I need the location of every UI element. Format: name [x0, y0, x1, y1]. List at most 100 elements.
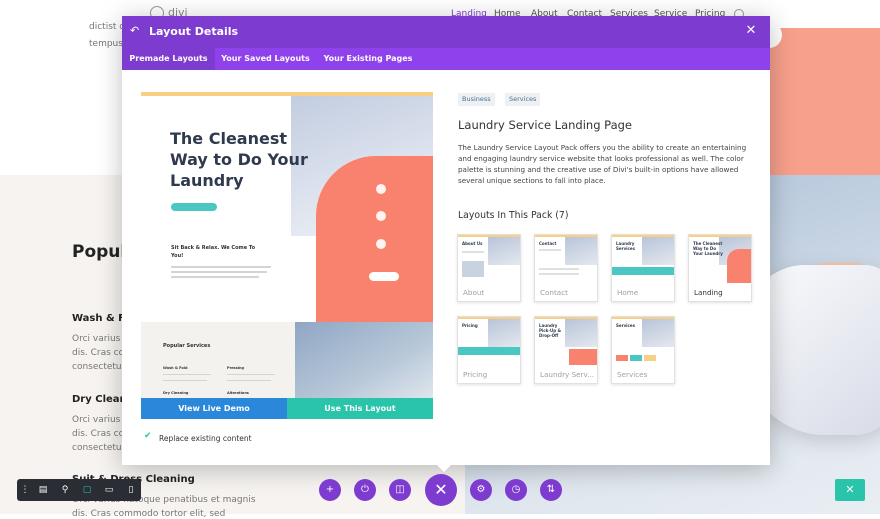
- pack-card-landing[interactable]: The Cleanest Way to Do Your Laundry Land…: [688, 234, 752, 302]
- service-text: dis. Cras commodo tortor elit, sed: [72, 509, 226, 519]
- preview-step-dot: [376, 211, 386, 221]
- thumb-swatch: [644, 355, 656, 361]
- modal-pointer: [436, 464, 452, 472]
- service-text: consectetur.: [72, 362, 128, 372]
- modal-header: ↶ Layout Details ✕: [122, 16, 770, 48]
- thumb-line: [539, 249, 561, 251]
- preview-step-dot: [376, 239, 386, 249]
- card-thumbnail: Pricing: [458, 317, 520, 365]
- card-label: Home: [617, 288, 639, 297]
- pack-card-about[interactable]: About Us About: [457, 234, 521, 302]
- thumb-title: Contact: [539, 241, 557, 246]
- card-label: Contact: [540, 288, 568, 297]
- thumb-line: [462, 251, 484, 253]
- thumb-image: [462, 261, 484, 277]
- thumb-coral: [569, 349, 597, 365]
- preview-item: Dry Cleaning: [163, 391, 189, 395]
- view-live-demo-button[interactable]: View Live Demo: [141, 398, 287, 419]
- thumb-band: [458, 347, 520, 355]
- pack-card-services[interactable]: Services Services: [611, 316, 675, 384]
- layout-description: The Laundry Service Layout Pack offers y…: [458, 143, 747, 185]
- tab-existing-pages[interactable]: Your Existing Pages: [316, 48, 420, 70]
- tag-business: Business: [458, 93, 495, 106]
- pack-title: Layouts In This Pack (7): [458, 210, 569, 221]
- history-icon[interactable]: ◷: [505, 479, 527, 501]
- modal-tabs: Premade Layouts Your Saved Layouts Your …: [122, 48, 770, 70]
- preview-popular-heading: Popular Services: [163, 343, 211, 349]
- card-label: Services: [617, 370, 648, 379]
- preview-item: Alterations: [227, 391, 249, 395]
- card-label: Landing: [694, 288, 723, 297]
- thumb-line: [539, 273, 579, 275]
- trash-icon[interactable]: ◫: [389, 479, 411, 501]
- preview-text-line: [163, 380, 207, 381]
- thumb-title: Laundry Services: [616, 241, 636, 251]
- thumb-title: Services: [616, 323, 636, 328]
- settings-icon[interactable]: ⚙: [470, 479, 492, 501]
- card-thumbnail: The Cleanest Way to Do Your Laundry: [689, 235, 751, 283]
- view-mode-toolbar: ⋮ ▤ ⚲ ▢ ▭ ▯: [17, 479, 141, 501]
- preview-coral-shape: [316, 156, 433, 322]
- card-thumbnail: About Us: [458, 235, 520, 283]
- tab-saved-layouts[interactable]: Your Saved Layouts: [215, 48, 316, 70]
- preview-coral-button: [369, 272, 399, 281]
- preview-step-dot: [376, 184, 386, 194]
- preview-text-line: [171, 276, 259, 278]
- pack-card-contact[interactable]: Contact Contact: [534, 234, 598, 302]
- exit-builder-icon[interactable]: ✕: [835, 479, 865, 501]
- card-label: Laundry Serv...: [540, 370, 595, 379]
- zoom-icon[interactable]: ⚲: [59, 484, 71, 496]
- card-thumbnail: Laundry Pick-Up & Drop-Off: [535, 317, 597, 365]
- preview-cta-button: [171, 203, 217, 211]
- desktop-icon[interactable]: ▢: [81, 484, 93, 496]
- layout-details-modal: ↶ Layout Details ✕ Premade Layouts Your …: [122, 16, 770, 465]
- layers-icon[interactable]: ▤: [37, 484, 49, 496]
- preview-services-photo: [295, 322, 433, 398]
- card-thumbnail: Contact: [535, 235, 597, 283]
- thumb-swatch: [616, 355, 628, 361]
- more-icon[interactable]: ⋮: [19, 484, 31, 496]
- thumb-band: [612, 267, 674, 275]
- tab-premade-layouts[interactable]: Premade Layouts: [122, 48, 215, 70]
- thumb-photo: [565, 237, 597, 265]
- thumb-swatch: [630, 355, 642, 361]
- phone-icon[interactable]: ▯: [125, 484, 137, 496]
- preview-text-line: [227, 380, 271, 381]
- card-label: Pricing: [463, 370, 488, 379]
- close-icon[interactable]: ✕: [744, 24, 758, 38]
- intro-text-line: tempus: [89, 39, 123, 49]
- thumb-title: Laundry Pick-Up & Drop-Off: [539, 323, 561, 338]
- preview-text-line: [163, 374, 211, 375]
- thumb-title: Pricing: [462, 323, 478, 328]
- use-this-layout-button[interactable]: Use This Layout: [287, 398, 433, 419]
- pack-card-laundry-service[interactable]: Laundry Pick-Up & Drop-Off Laundry Serv.…: [534, 316, 598, 384]
- thumb-photo: [642, 319, 674, 347]
- close-settings-icon[interactable]: ✕: [425, 474, 457, 506]
- replace-content-checkbox[interactable]: ✔: [144, 432, 153, 441]
- thumb-title: About Us: [462, 241, 483, 246]
- thumb-photo: [565, 319, 597, 347]
- thumb-title: The Cleanest Way to Do Your Laundry: [693, 241, 723, 256]
- preview-text-line: [227, 374, 275, 375]
- service-text: consectetur.: [72, 443, 128, 453]
- preview-item: Pressing: [227, 366, 245, 370]
- pack-card-home[interactable]: Laundry Services Home: [611, 234, 675, 302]
- preview-subhead: Sit Back & Relax. We Come To You!: [171, 245, 256, 259]
- sort-icon[interactable]: ⇅: [540, 479, 562, 501]
- pack-card-pricing[interactable]: Pricing Pricing: [457, 316, 521, 384]
- thumb-photo: [488, 237, 520, 265]
- preview-text-line: [171, 271, 267, 273]
- thumb-line: [539, 268, 579, 270]
- preview-item: Wash & Fold: [163, 366, 188, 370]
- add-icon[interactable]: +: [319, 479, 341, 501]
- layout-title: Laundry Service Landing Page: [458, 118, 632, 132]
- preview-text-line: [171, 266, 271, 268]
- power-icon[interactable]: ⏻: [354, 479, 376, 501]
- tablet-icon[interactable]: ▭: [103, 484, 115, 496]
- card-thumbnail: Services: [612, 317, 674, 365]
- card-thumbnail: Laundry Services: [612, 235, 674, 283]
- layout-preview[interactable]: The Cleanest Way to Do Your Laundry Sit …: [141, 92, 433, 398]
- modal-title: Layout Details: [149, 25, 239, 38]
- thumb-photo: [642, 237, 674, 265]
- back-arrow-icon[interactable]: ↶: [130, 25, 142, 37]
